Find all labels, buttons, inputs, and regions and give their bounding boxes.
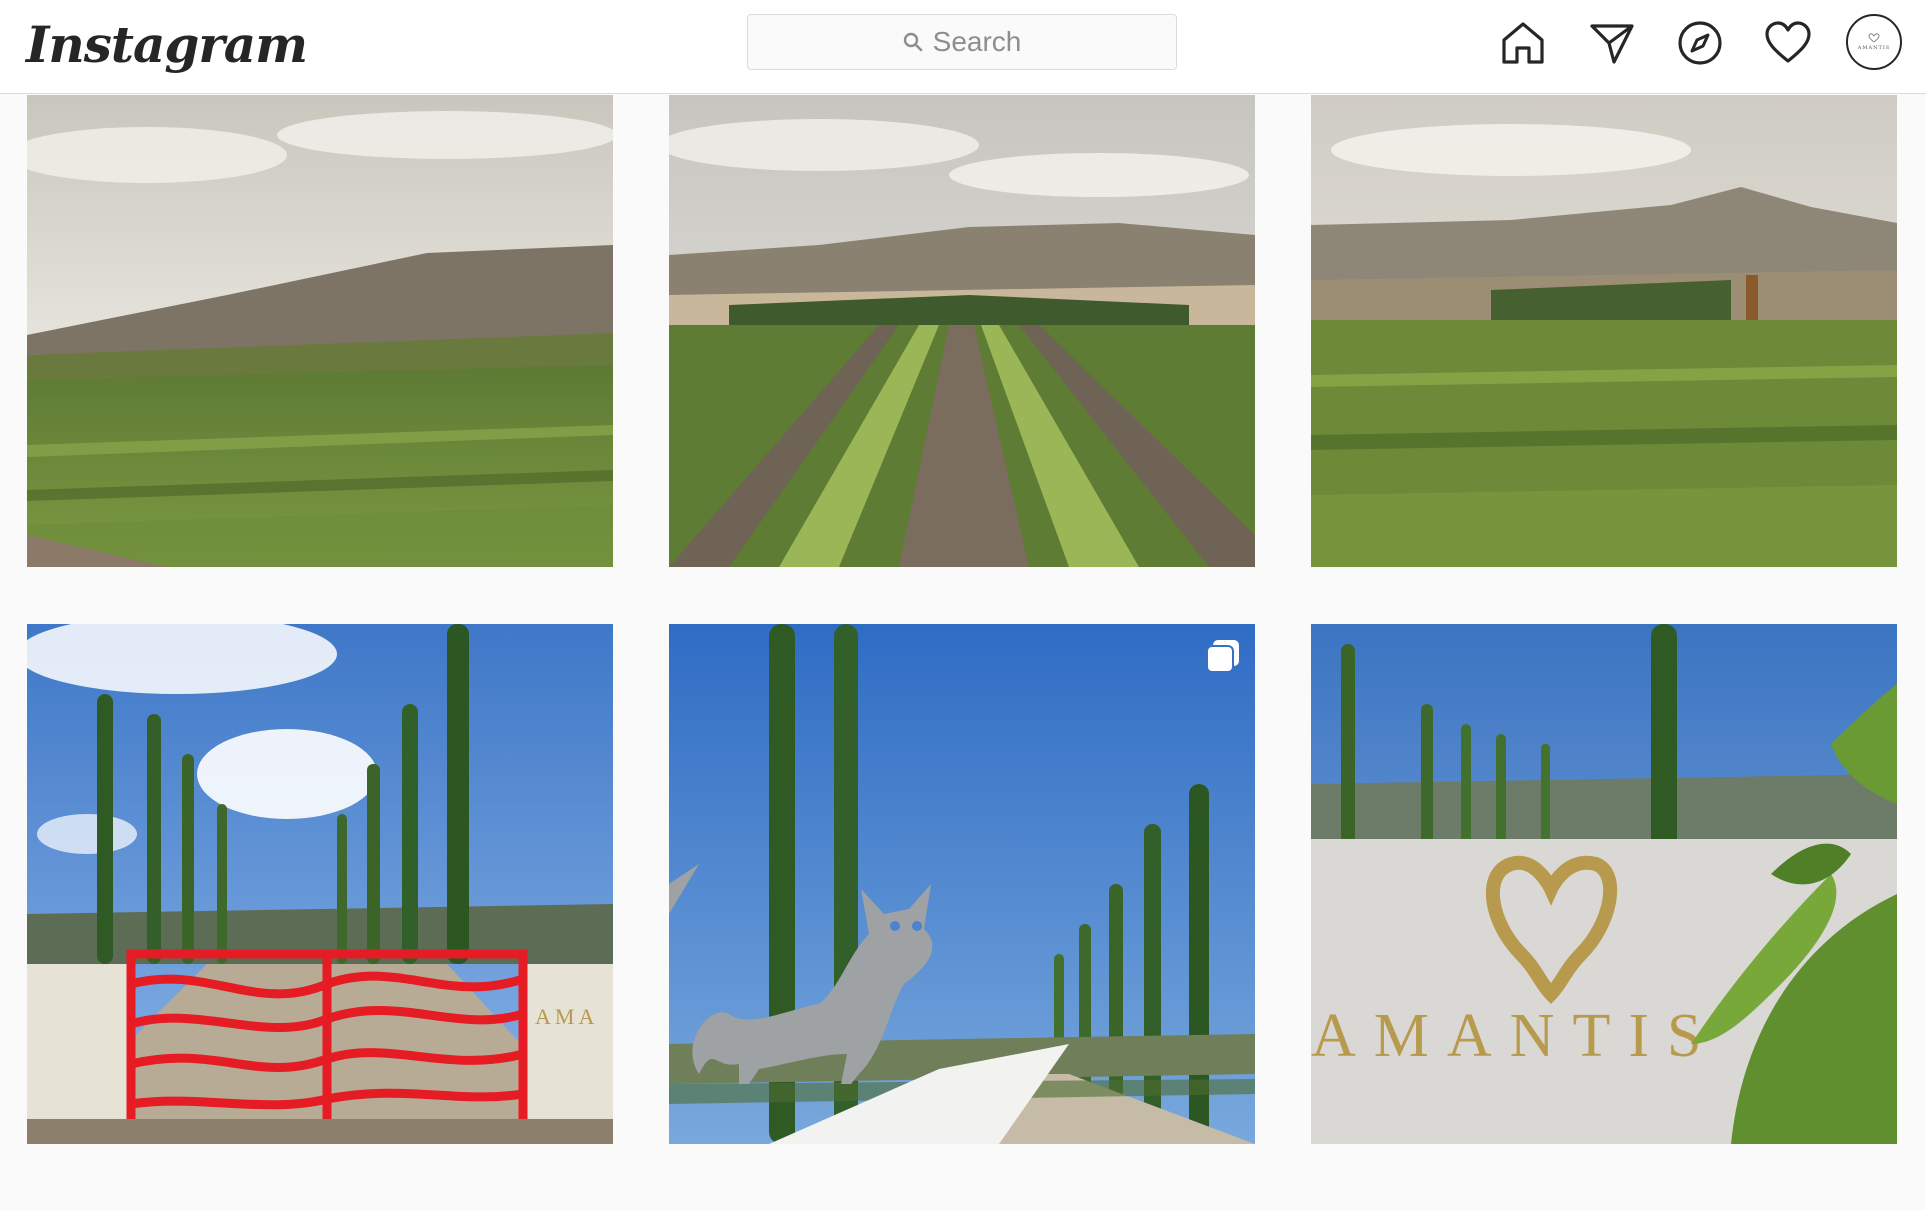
post-thumbnail[interactable]: AMA: [27, 624, 613, 1144]
search-placeholder: Search: [932, 26, 1022, 57]
vineyard-rows-photo: [669, 95, 1255, 567]
vineyard-hills-photo: [27, 95, 613, 567]
instagram-logo[interactable]: Instagram: [26, 12, 308, 78]
search-icon: [903, 32, 922, 52]
post-thumbnail[interactable]: [27, 95, 613, 567]
cat-silhouette-photo: [669, 624, 1255, 1144]
winery-sign-text: AMA: [535, 1004, 598, 1029]
activity-heart-icon[interactable]: [1763, 18, 1813, 68]
top-navigation-bar: Instagram Search AMANTIS: [0, 0, 1926, 94]
amantis-logo-avatar-icon: [1868, 33, 1880, 43]
search-box[interactable]: Search: [747, 14, 1177, 70]
amantis-sign-photo: AMANTIS: [1311, 624, 1897, 1144]
home-icon[interactable]: [1498, 18, 1548, 68]
post-thumbnail[interactable]: [669, 624, 1255, 1144]
vineyard-valley-photo: [1311, 95, 1897, 567]
explore-compass-icon[interactable]: [1675, 18, 1725, 68]
profile-post-grid: AMA AMANTIS: [0, 95, 1926, 1210]
avatar-brand-text: AMANTIS: [1857, 45, 1891, 51]
post-thumbnail[interactable]: AMANTIS: [1311, 624, 1897, 1144]
red-gate-photo: AMA: [27, 624, 613, 1144]
direct-send-icon[interactable]: [1587, 18, 1637, 68]
post-thumbnail[interactable]: [1311, 95, 1897, 567]
profile-avatar[interactable]: AMANTIS: [1846, 14, 1902, 70]
amantis-sign-text: AMANTIS: [1311, 1002, 1719, 1070]
multiple-images-icon: [1206, 640, 1239, 673]
post-thumbnail[interactable]: [669, 95, 1255, 567]
